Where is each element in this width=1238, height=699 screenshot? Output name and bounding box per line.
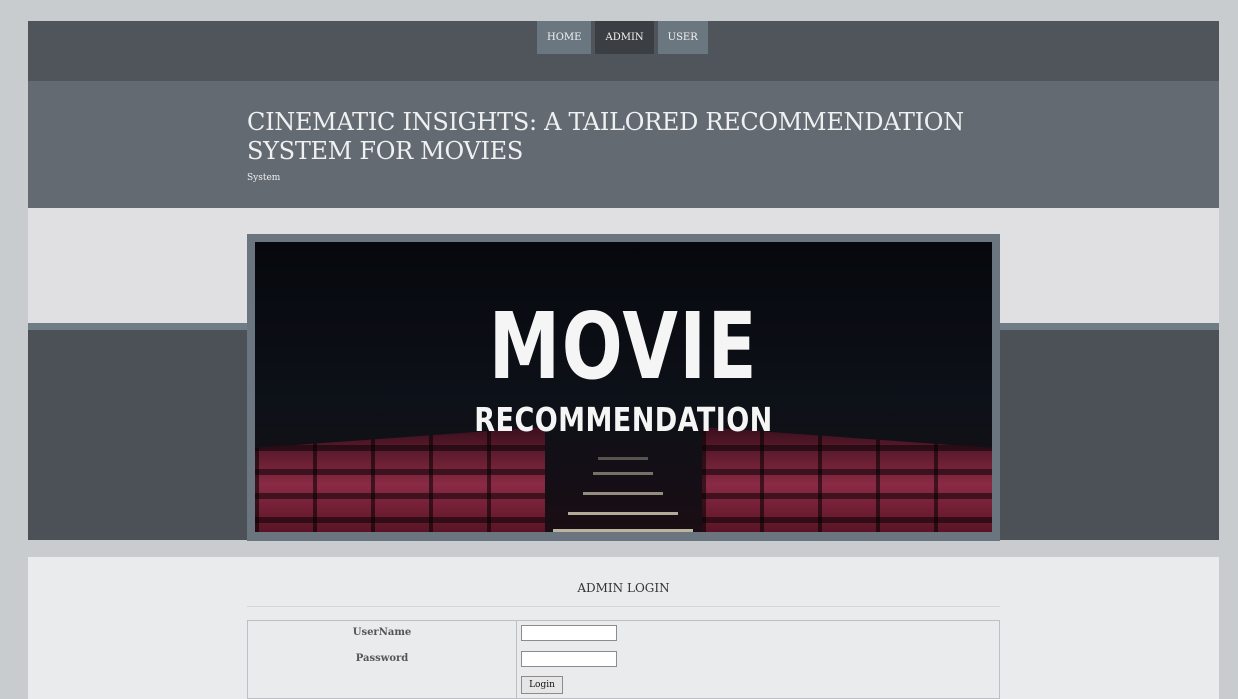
username-input[interactable] <box>521 625 617 641</box>
top-nav: HOME ADMIN USER <box>28 21 1219 81</box>
banner-subheadline: RECOMMENDATION <box>474 400 773 439</box>
site-subtitle: System <box>247 173 281 183</box>
page-frame: HOME ADMIN USER CINEMATIC INSIGHTS: A TA… <box>28 21 1219 699</box>
login-column-divider <box>516 621 517 699</box>
username-label: UserName <box>352 627 412 638</box>
login-button[interactable]: Login <box>521 676 563 694</box>
nav-menu: HOME ADMIN USER <box>537 21 708 54</box>
password-label: Password <box>355 653 409 664</box>
banner-frame: MOVIE RECOMMENDATION <box>247 234 1000 541</box>
site-title: CINEMATIC INSIGHTS: A TAILORED RECOMMEND… <box>247 108 964 165</box>
nav-item-user[interactable]: USER <box>657 21 708 54</box>
theater-seats-right <box>702 427 992 532</box>
banner-headline: MOVIE <box>488 293 759 400</box>
nav-item-admin[interactable]: ADMIN <box>595 21 654 54</box>
login-section: ADMIN LOGIN UserName Password Login <box>28 557 1219 699</box>
login-form: UserName Password Login <box>247 620 1000 699</box>
site-header: CINEMATIC INSIGHTS: A TAILORED RECOMMEND… <box>28 81 1219 208</box>
login-divider <box>247 606 1000 607</box>
login-title: ADMIN LOGIN <box>577 581 670 595</box>
password-input[interactable] <box>521 651 617 667</box>
banner-image: MOVIE RECOMMENDATION <box>255 242 992 532</box>
theater-seats-left <box>255 427 545 532</box>
theater-stairs <box>553 447 693 532</box>
nav-item-home[interactable]: HOME <box>537 21 592 54</box>
